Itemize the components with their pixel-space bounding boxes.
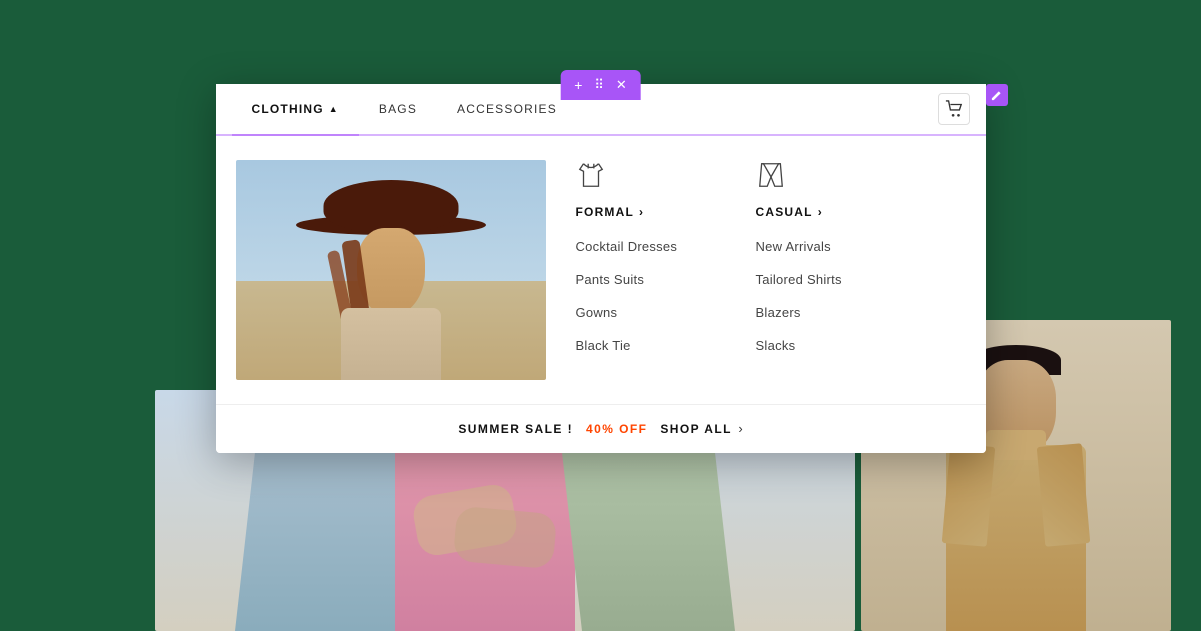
casual-title[interactable]: CASUAL › [756,205,886,219]
shirt-icon [576,160,706,195]
cart-icon [945,100,963,118]
formal-chevron: › [639,205,644,219]
formal-title[interactable]: FORMAL › [576,205,706,219]
formal-items-list: Cocktail Dresses Pants Suits Gowns Black… [576,239,706,353]
nav-item-bags[interactable]: BAGS [359,84,437,134]
clothing-arrow: ▲ [329,104,339,114]
casual-chevron: › [818,205,823,219]
bags-label: BAGS [379,102,417,116]
formal-item-2[interactable]: Pants Suits [576,272,706,287]
casual-items-list: New Arrivals Tailored Shirts Blazers Sla… [756,239,886,353]
sale-discount: 40% OFF [586,422,647,436]
sale-cta: SHOP ALL [660,422,732,436]
toolbar-plus-icon[interactable]: + [574,77,582,93]
pants-icon [756,160,886,195]
fashion-image [236,160,546,380]
clothing-label: CLOTHING [252,102,324,116]
casual-item-3[interactable]: Blazers [756,305,886,320]
toolbar-grid-icon[interactable]: ⠿ [594,77,604,93]
formal-item-1[interactable]: Cocktail Dresses [576,239,706,254]
nav-item-accessories[interactable]: ACCESSORIES [437,84,577,134]
casual-item-2[interactable]: Tailored Shirts [756,272,886,287]
toolbar-close-icon[interactable]: ✕ [616,77,627,93]
casual-item-4[interactable]: Slacks [756,338,886,353]
formal-item-3[interactable]: Gowns [576,305,706,320]
accessories-label: ACCESSORIES [457,102,557,116]
category-formal: FORMAL › Cocktail Dresses Pants Suits Go… [576,160,706,371]
nav-item-clothing[interactable]: CLOTHING ▲ [232,84,359,134]
edit-icon [991,90,1002,101]
cart-button[interactable] [938,93,970,125]
sale-chevron: › [738,421,742,436]
category-casual: CASUAL › New Arrivals Tailored Shirts Bl… [756,160,886,371]
sale-prefix: SUMMER SALE ! [458,422,573,436]
sale-banner[interactable]: SUMMER SALE ! 40% OFF SHOP ALL › [216,404,986,453]
category-columns: FORMAL › Cocktail Dresses Pants Suits Go… [576,160,886,371]
main-card: CLOTHING ▲ BAGS ACCESSORIES [216,84,986,453]
floating-toolbar: + ⠿ ✕ [560,70,641,100]
formal-item-4[interactable]: Black Tie [576,338,706,353]
casual-item-1[interactable]: New Arrivals [756,239,886,254]
edit-button[interactable] [986,84,1008,106]
dropdown-content: FORMAL › Cocktail Dresses Pants Suits Go… [216,136,986,404]
